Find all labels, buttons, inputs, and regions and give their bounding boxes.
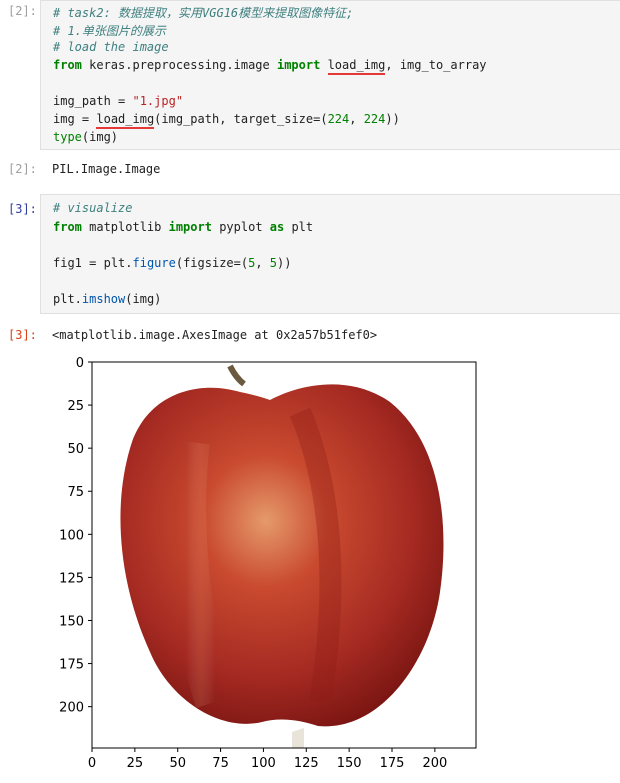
keyword: from <box>53 58 82 72</box>
output-prompt: [2]: <box>8 162 37 176</box>
cell-2-input[interactable]: [2]: # task2: 数据提取，实用VGG16模型来提取图像特征; # 1… <box>0 0 620 150</box>
code-line: # visualize <box>53 201 133 215</box>
keyword: as <box>269 220 285 234</box>
code-text: , img_to_array <box>385 58 487 72</box>
y-tick-label: 175 <box>59 658 84 673</box>
code-line: from keras.preprocessing.image import lo… <box>53 58 487 75</box>
y-tick-label: 75 <box>67 485 84 500</box>
y-tick-label: 25 <box>67 399 84 414</box>
module-name: keras.preprocessing.image <box>81 58 277 72</box>
operator: = <box>74 112 97 126</box>
code-text: )) <box>385 112 400 126</box>
code-line: from matplotlib import pyplot as plt <box>53 220 313 234</box>
keyword: import <box>276 58 321 72</box>
x-tick-label: 50 <box>169 756 186 771</box>
input-prompt: [2]: <box>8 4 37 18</box>
code-text: (figsize=( <box>175 256 249 270</box>
code-line: fig1 = plt.figure(figsize=(5, 5)) <box>53 256 291 270</box>
function-name: imshow <box>81 292 126 306</box>
x-axis: 0 25 50 75 100 125 150 175 200 <box>88 748 447 771</box>
x-tick-label: 125 <box>294 756 319 771</box>
code-text: , <box>255 256 270 270</box>
number: 5 <box>269 256 278 270</box>
cell-3-input[interactable]: [3]: # visualize from matplotlib import … <box>0 194 620 314</box>
variable: fig1 <box>53 256 82 270</box>
code-line: img_path = "1.jpg" <box>53 94 183 108</box>
code-line: type(img) <box>53 130 118 144</box>
module-name: matplotlib <box>81 220 169 234</box>
x-tick-label: 100 <box>251 756 276 771</box>
code-text: , <box>349 112 364 126</box>
operator: = <box>110 94 133 108</box>
code-line: # 1.单张图片的展示 <box>53 24 166 38</box>
code-text: )) <box>277 256 292 270</box>
y-tick-label: 0 <box>76 356 84 371</box>
underlined-function: load_img <box>327 58 386 75</box>
code-editor[interactable]: # visualize from matplotlib import pyplo… <box>40 194 620 314</box>
x-tick-label: 0 <box>88 756 96 771</box>
code-text: (img) <box>81 130 119 144</box>
x-tick-label: 75 <box>212 756 229 771</box>
variable: img_path <box>53 94 111 108</box>
operator: = <box>81 256 104 270</box>
y-tick-label: 200 <box>59 701 84 716</box>
code-line: # task2: 数据提取，实用VGG16模型来提取图像特征; <box>53 6 354 20</box>
underlined-function: load_img <box>96 112 155 129</box>
y-tick-label: 150 <box>59 614 84 629</box>
alias: plt <box>284 220 314 234</box>
keyword: import <box>168 220 212 234</box>
output-text: PIL.Image.Image <box>52 162 161 176</box>
x-tick-label: 150 <box>337 756 362 771</box>
function-name: figure <box>132 256 176 270</box>
y-tick-label: 50 <box>67 442 84 457</box>
y-tick-label: 100 <box>59 528 84 543</box>
string-literal: "1.jpg" <box>132 94 184 108</box>
variable: img <box>53 112 75 126</box>
cell-3-output: [3]: <matplotlib.image.AxesImage at 0x2a… <box>0 322 620 783</box>
code-editor[interactable]: # task2: 数据提取，实用VGG16模型来提取图像特征; # 1.单张图片… <box>40 0 620 150</box>
imshow-plot: 0 25 50 75 100 125 150 175 200 0 25 50 75 100 125 150 1… <box>59 356 477 771</box>
x-tick-label: 175 <box>380 756 405 771</box>
module-name: pyplot <box>211 220 270 234</box>
x-tick-label: 25 <box>127 756 144 771</box>
code-line: img = load_img(img_path, target_size=(22… <box>53 112 400 129</box>
number: 224 <box>327 112 350 126</box>
code-text: (img) <box>125 292 162 306</box>
x-tick-label: 200 <box>422 756 447 771</box>
input-prompt: [3]: <box>8 202 37 216</box>
builtin: type <box>53 130 82 144</box>
code-text: (img_path, target_size=( <box>154 112 328 126</box>
object: plt. <box>103 256 133 270</box>
code-line: plt.imshow(img) <box>53 292 161 306</box>
code-line: # load the image <box>53 40 169 54</box>
y-axis: 0 25 50 75 100 125 150 175 200 <box>59 356 92 716</box>
cell-2-output: [2]: PIL.Image.Image <box>0 156 620 184</box>
number: 224 <box>363 112 386 126</box>
y-tick-label: 125 <box>59 571 84 586</box>
keyword: from <box>53 220 82 234</box>
object: plt. <box>53 292 82 306</box>
